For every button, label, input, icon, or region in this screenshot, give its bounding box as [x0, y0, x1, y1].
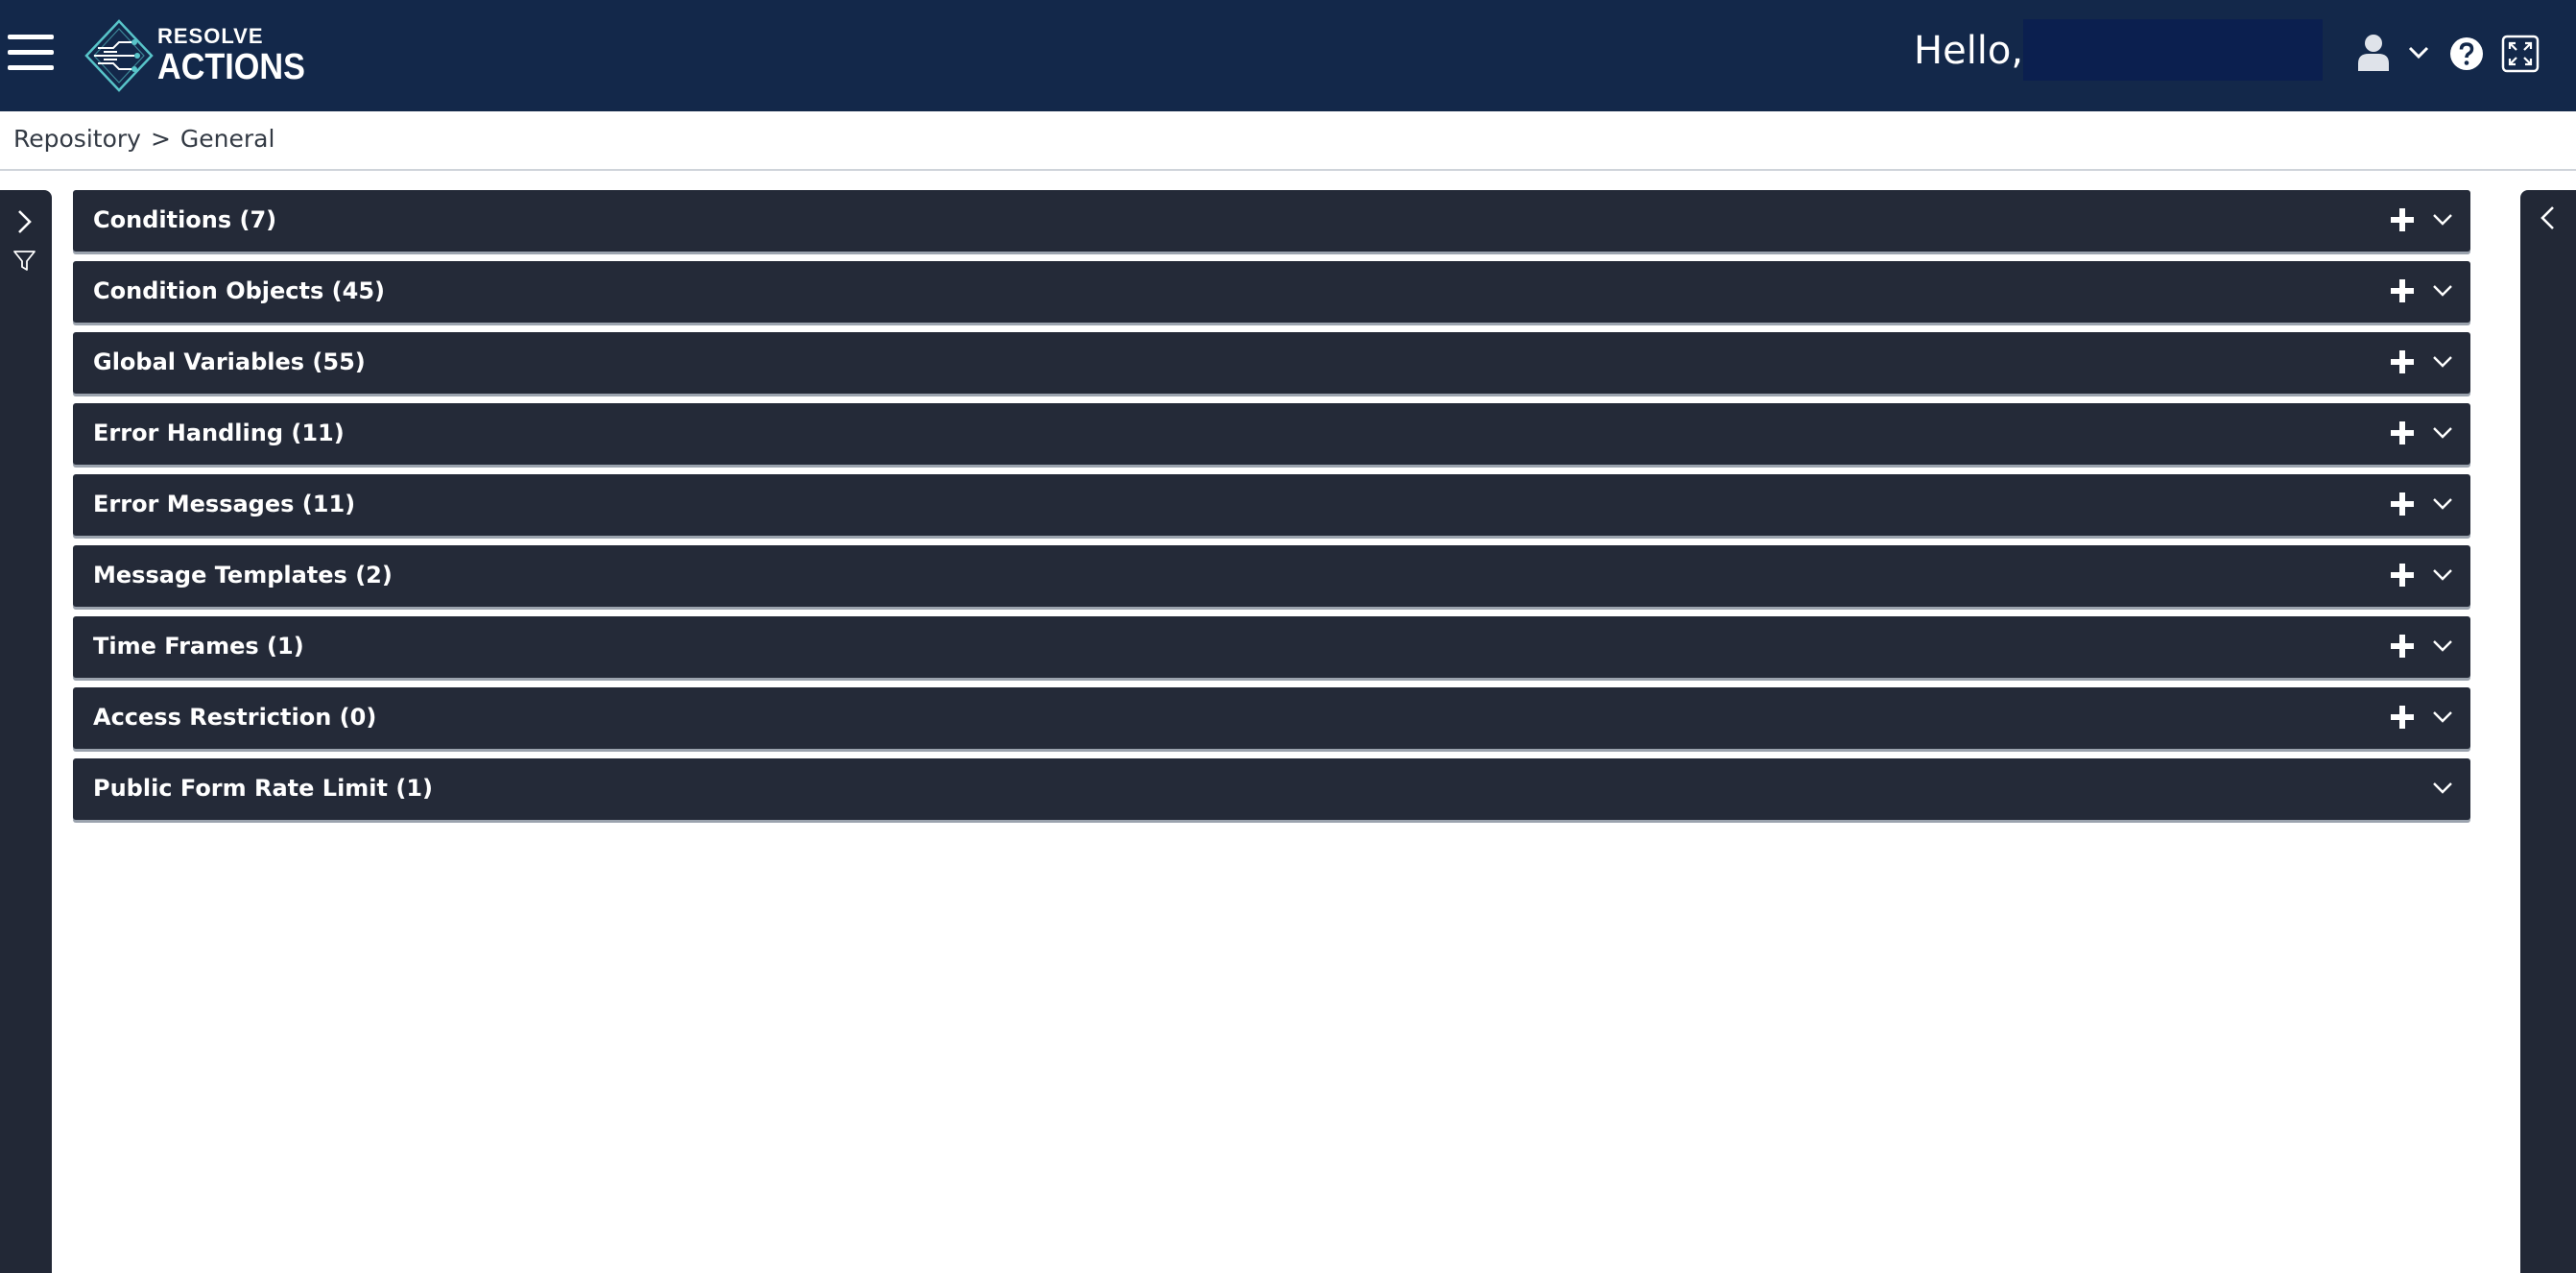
filter-icon[interactable]: [12, 250, 36, 273]
chevron-down-icon[interactable]: [2432, 355, 2453, 369]
app-logo[interactable]: RESOLVE ACTIONS: [84, 12, 322, 100]
logo-line1: RESOLVE: [157, 24, 264, 48]
chevron-down-icon[interactable]: [2432, 710, 2453, 724]
expand-icon[interactable]: [2501, 35, 2540, 73]
hamburger-menu-icon[interactable]: [8, 35, 54, 71]
accordion-panel-title: Message Templates (2): [93, 562, 393, 588]
chevron-down-icon[interactable]: [2432, 284, 2453, 298]
accordion-panel-title: Public Form Rate Limit (1): [93, 775, 433, 802]
chevron-down-icon[interactable]: [2407, 42, 2430, 61]
logo-line2: ACTIONS: [157, 47, 305, 87]
logo-mark-icon: [84, 19, 154, 92]
plus-icon[interactable]: [2390, 349, 2415, 374]
breadcrumb: Repository > General: [13, 125, 274, 153]
accordion-panel-title: Condition Objects (45): [93, 277, 385, 304]
chevron-down-icon[interactable]: [2432, 213, 2453, 227]
left-sidebar-rail: [0, 190, 52, 1273]
accordion-panel-title: Conditions (7): [93, 206, 277, 233]
plus-icon[interactable]: [2390, 705, 2415, 730]
breadcrumb-separator: >: [150, 125, 171, 153]
top-nav-bar: RESOLVE ACTIONS Hello,: [0, 0, 2576, 111]
plus-icon[interactable]: [2390, 278, 2415, 303]
user-icon[interactable]: [2355, 33, 2392, 71]
chevron-down-icon[interactable]: [2432, 781, 2453, 795]
plus-icon[interactable]: [2390, 492, 2415, 516]
chevron-down-icon[interactable]: [2432, 497, 2453, 511]
chevron-right-icon[interactable]: [15, 209, 33, 234]
chevron-left-icon[interactable]: [2540, 205, 2557, 230]
accordion-panel[interactable]: Access Restriction (0): [73, 687, 2470, 749]
accordion-panel-title: Time Frames (1): [93, 633, 304, 660]
accordion-panel[interactable]: Public Form Rate Limit (1): [73, 758, 2470, 820]
chevron-down-icon[interactable]: [2432, 568, 2453, 582]
accordion-panel[interactable]: Conditions (7): [73, 190, 2470, 252]
breadcrumb-item-repository[interactable]: Repository: [13, 125, 141, 153]
accordion-panel-title: Access Restriction (0): [93, 704, 377, 731]
accordion-panel[interactable]: Time Frames (1): [73, 616, 2470, 678]
plus-icon[interactable]: [2390, 207, 2415, 232]
accordion-panel[interactable]: Error Messages (11): [73, 474, 2470, 536]
help-circle-icon[interactable]: [2449, 36, 2484, 71]
plus-icon[interactable]: [2390, 420, 2415, 445]
right-sidebar-rail: [2520, 190, 2576, 1273]
breadcrumb-bar: Repository > General: [0, 111, 2576, 171]
chevron-down-icon[interactable]: [2432, 426, 2453, 440]
accordion-panel[interactable]: Message Templates (2): [73, 545, 2470, 607]
chevron-down-icon[interactable]: [2432, 639, 2453, 653]
plus-icon[interactable]: [2390, 563, 2415, 588]
username-display: [2023, 19, 2323, 81]
plus-icon[interactable]: [2390, 634, 2415, 659]
accordion-list: Conditions (7) Condition Objects (45) Glob…: [73, 190, 2470, 829]
accordion-panel-title: Global Variables (55): [93, 348, 366, 375]
accordion-panel[interactable]: Error Handling (11): [73, 403, 2470, 465]
greeting-text: Hello,: [1914, 29, 2024, 73]
accordion-panel[interactable]: Condition Objects (45): [73, 261, 2470, 323]
accordion-panel[interactable]: Global Variables (55): [73, 332, 2470, 394]
accordion-panel-title: Error Handling (11): [93, 420, 345, 446]
accordion-panel-title: Error Messages (11): [93, 491, 356, 517]
breadcrumb-item-general: General: [179, 125, 275, 153]
